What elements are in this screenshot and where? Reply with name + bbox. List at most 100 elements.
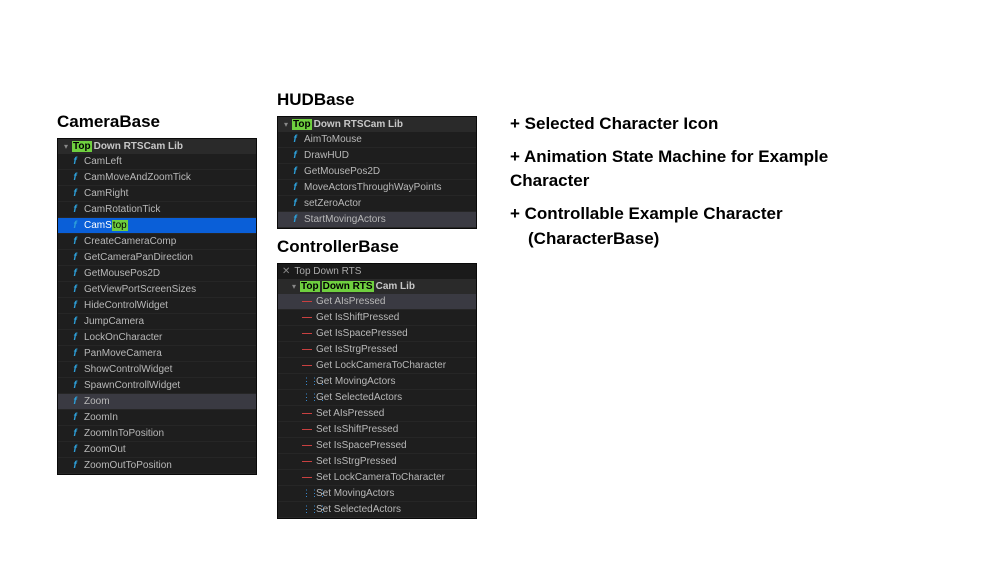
list-item[interactable]: f CamStop — [58, 218, 256, 234]
function-icon: f — [70, 316, 80, 327]
item-label: Set AIsPressed — [316, 408, 384, 419]
list-item[interactable]: f CamLeft — [58, 154, 256, 170]
function-icon: f — [70, 220, 80, 231]
list-item[interactable]: ⋮⋮⋮Get MovingActors — [278, 374, 476, 390]
item-label: LockOnCharacter — [84, 332, 162, 343]
feature-list: + Selected Character Icon + Animation St… — [510, 112, 860, 251]
item-label: Set SelectedActors — [316, 504, 401, 515]
list-item[interactable]: — Get IsStrgPressed — [278, 342, 476, 358]
list-item[interactable]: —Get IsShiftPressed — [278, 310, 476, 326]
item-label: CamStop — [84, 220, 128, 231]
function-icon: f — [70, 412, 80, 423]
list-item[interactable]: f CamRight — [58, 186, 256, 202]
list-item[interactable]: fCreateCameraComp — [58, 234, 256, 250]
controller-panel-header[interactable]: ▾ Top Down RTSCam Lib — [278, 279, 476, 294]
function-icon: f — [290, 182, 300, 193]
header-rest: Cam Lib — [376, 281, 415, 292]
list-item[interactable]: fSpawnControllWidget — [58, 378, 256, 394]
list-item[interactable]: fCamMoveAndZoomTick — [58, 170, 256, 186]
list-item[interactable]: fCamRotationTick — [58, 202, 256, 218]
list-item[interactable]: f ZoomIn — [58, 410, 256, 426]
list-item[interactable]: fShowControlWidget — [58, 362, 256, 378]
function-icon: f — [70, 172, 80, 183]
variable-icon: — — [302, 296, 312, 307]
list-item[interactable]: —Get AIsPressed — [278, 294, 476, 310]
item-label: ZoomIn — [84, 412, 118, 423]
variable-icon: — — [302, 312, 312, 323]
feature-item: + Animation State Machine for Example Ch… — [510, 145, 860, 194]
list-item[interactable]: ⋮⋮⋮ Set SelectedActors — [278, 502, 476, 518]
function-icon: f — [290, 198, 300, 209]
function-icon: f — [70, 380, 80, 391]
list-item[interactable]: fLockOnCharacter — [58, 330, 256, 346]
variable-icon: — — [302, 472, 312, 483]
list-item[interactable]: fMoveActorsThroughWayPoints — [278, 180, 476, 196]
hud-panel: ▾ Top Down RTSCam Lib f AimToMouse f DrawHU… — [277, 116, 477, 229]
item-label: CamLeft — [84, 156, 122, 167]
list-item[interactable]: fGetMousePos2D — [278, 164, 476, 180]
list-item[interactable]: f GetCameraPanDirection — [58, 250, 256, 266]
array-icon: ⋮⋮⋮ — [302, 504, 312, 515]
list-item[interactable]: —Set IsSpacePressed — [278, 438, 476, 454]
item-label: AimToMouse — [304, 134, 362, 145]
expand-arrow-icon[interactable]: ▾ — [282, 121, 290, 129]
header-highlight: Top — [72, 141, 92, 152]
camera-panel-header[interactable]: ▾ Top Down RTSCam Lib — [58, 139, 256, 154]
function-icon: f — [70, 156, 80, 167]
function-icon: f — [290, 134, 300, 145]
feature-line: + Controllable Example Character — [510, 202, 860, 227]
list-item[interactable]: —Set IsShiftPressed — [278, 422, 476, 438]
list-item[interactable]: ⋮⋮⋮Set MovingActors — [278, 486, 476, 502]
item-label: JumpCamera — [84, 316, 144, 327]
list-item[interactable]: fHideControlWidget — [58, 298, 256, 314]
feature-subline: (CharacterBase) — [528, 227, 860, 252]
list-item[interactable]: —Get IsSpacePressed — [278, 326, 476, 342]
function-icon: f — [290, 214, 300, 225]
function-icon: f — [290, 150, 300, 161]
expand-arrow-icon[interactable]: ▾ — [62, 143, 70, 151]
item-label: GetMousePos2D — [304, 166, 380, 177]
list-item[interactable]: f AimToMouse — [278, 132, 476, 148]
item-label: GetCameraPanDirection — [84, 252, 193, 263]
expand-arrow-icon[interactable]: ▾ — [290, 283, 298, 291]
list-item[interactable]: fZoomOut — [58, 442, 256, 458]
list-item[interactable]: fPanMoveCamera — [58, 346, 256, 362]
item-label: Get IsStrgPressed — [316, 344, 398, 355]
tab-label[interactable]: Top Down RTS — [294, 266, 361, 277]
controller-section-title: ControllerBase — [277, 237, 477, 257]
function-icon: f — [70, 396, 80, 407]
list-item[interactable]: fsetZeroActor — [278, 196, 476, 212]
list-item[interactable]: f JumpCamera — [58, 314, 256, 330]
close-icon[interactable]: ✕ — [282, 266, 290, 277]
hud-panel-header[interactable]: ▾ Top Down RTSCam Lib — [278, 117, 476, 132]
item-label: Set MovingActors — [316, 488, 394, 499]
function-icon: f — [70, 188, 80, 199]
list-item[interactable]: —Set IsStrgPressed — [278, 454, 476, 470]
list-item[interactable]: fGetMousePos2D — [58, 266, 256, 282]
feature-item: + Controllable Example Character (Charac… — [510, 202, 860, 251]
list-item[interactable]: —Get LockCameraToCharacter — [278, 358, 476, 374]
item-label: GetMousePos2D — [84, 268, 160, 279]
list-item[interactable]: fZoomOutToPosition — [58, 458, 256, 474]
item-label: GetViewPortScreenSizes — [84, 284, 196, 295]
variable-icon: — — [302, 424, 312, 435]
list-item[interactable]: ⋮⋮⋮Get SelectedActors — [278, 390, 476, 406]
list-item[interactable]: fStartMovingActors — [278, 212, 476, 228]
item-label: Get IsSpacePressed — [316, 328, 408, 339]
list-item[interactable]: fGetViewPortScreenSizes — [58, 282, 256, 298]
item-label: CamRight — [84, 188, 128, 199]
variable-icon: — — [302, 360, 312, 371]
list-item[interactable]: — Set AIsPressed — [278, 406, 476, 422]
variable-icon: — — [302, 344, 312, 355]
function-icon: f — [70, 252, 80, 263]
variable-icon: — — [302, 440, 312, 451]
function-icon: f — [70, 300, 80, 311]
variable-icon: — — [302, 408, 312, 419]
list-item[interactable]: fZoom — [58, 394, 256, 410]
list-item[interactable]: f ZoomInToPosition — [58, 426, 256, 442]
list-item[interactable]: f DrawHUD — [278, 148, 476, 164]
function-icon: f — [70, 428, 80, 439]
list-item[interactable]: —Set LockCameraToCharacter — [278, 470, 476, 486]
item-label: ZoomInToPosition — [84, 428, 164, 439]
item-label: DrawHUD — [304, 150, 349, 161]
